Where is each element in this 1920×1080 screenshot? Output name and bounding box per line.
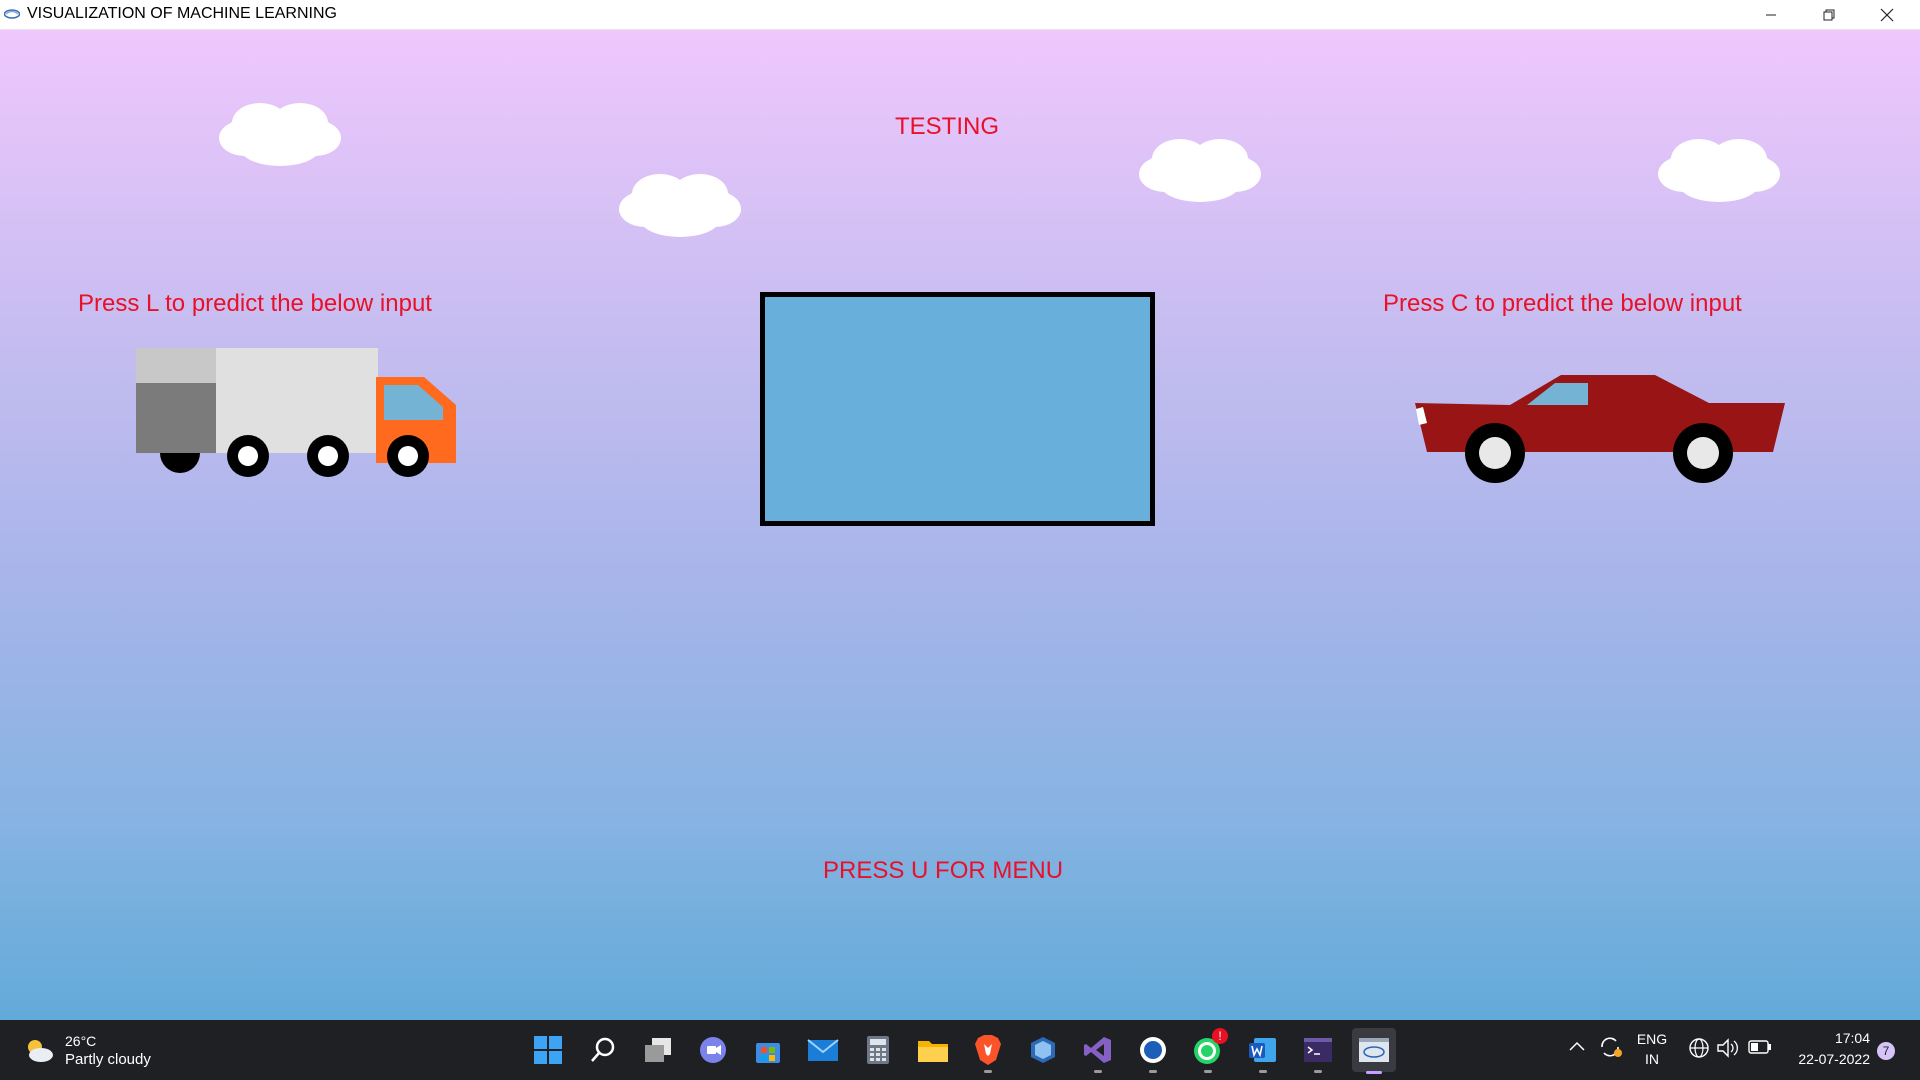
sync-status-button[interactable] bbox=[1598, 1035, 1624, 1064]
brave-browser-icon bbox=[975, 1035, 1001, 1065]
battery-icon bbox=[1748, 1040, 1771, 1054]
brave-browser-button[interactable] bbox=[968, 1030, 1008, 1073]
opengl-app-icon bbox=[1359, 1038, 1389, 1062]
battery-button[interactable] bbox=[1748, 1039, 1772, 1060]
chevron-up-icon bbox=[1569, 1041, 1585, 1051]
running-indicator bbox=[1094, 1070, 1102, 1073]
taskbar: 26°C Partly cloudy ! ENG IN 17:04 22-07-… bbox=[0, 1020, 1920, 1080]
notification-count-badge[interactable]: 7 bbox=[1877, 1042, 1895, 1060]
close-button[interactable] bbox=[1858, 0, 1916, 29]
cloud-icon bbox=[1658, 139, 1780, 202]
restore-button[interactable] bbox=[1800, 0, 1858, 29]
file-explorer-icon bbox=[918, 1041, 948, 1062]
word-icon bbox=[1249, 1038, 1276, 1062]
running-indicator bbox=[984, 1070, 992, 1073]
render-canvas[interactable]: TESTING Press L to predict the below inp… bbox=[0, 30, 1920, 1020]
partly-cloudy-icon bbox=[28, 1040, 53, 1062]
store-button[interactable] bbox=[748, 1030, 788, 1070]
app-window: VISUALIZATION OF MACHINE LEARNING TESTIN… bbox=[0, 0, 1920, 1080]
network-button[interactable] bbox=[1688, 1037, 1710, 1064]
task-view-icon bbox=[645, 1038, 671, 1062]
running-indicator bbox=[1149, 1070, 1157, 1073]
visual-studio-button[interactable] bbox=[1078, 1030, 1118, 1073]
start-icon bbox=[534, 1036, 562, 1064]
clock-date: 22-07-2022 bbox=[1798, 1051, 1870, 1067]
truck-icon[interactable] bbox=[130, 340, 470, 490]
language-indicator[interactable]: ENG bbox=[1636, 1031, 1668, 1047]
left-hint: Press L to predict the below input bbox=[78, 290, 432, 317]
opengl-app-button[interactable] bbox=[1352, 1028, 1396, 1074]
weather-temp: 26°C bbox=[65, 1033, 97, 1049]
word-button[interactable] bbox=[1243, 1030, 1283, 1073]
calculator-icon bbox=[867, 1036, 889, 1064]
start-button[interactable] bbox=[528, 1030, 568, 1070]
running-indicator bbox=[1314, 1070, 1322, 1073]
teams-chat-icon bbox=[700, 1037, 726, 1063]
app-w-icon bbox=[1140, 1037, 1166, 1063]
file-explorer-button[interactable] bbox=[913, 1030, 953, 1070]
cloud-icon bbox=[219, 103, 341, 166]
close-icon bbox=[1880, 8, 1894, 21]
cloud-icon bbox=[619, 174, 741, 237]
virtualbox-button[interactable] bbox=[1023, 1030, 1063, 1070]
search-icon bbox=[591, 1037, 615, 1062]
weather-widget[interactable]: 26°C Partly cloudy bbox=[20, 1030, 180, 1072]
app-w-button[interactable] bbox=[1133, 1030, 1173, 1073]
show-hidden-icons-button[interactable] bbox=[1568, 1039, 1586, 1058]
mail-icon bbox=[807, 1039, 839, 1061]
terminal-button[interactable] bbox=[1298, 1030, 1338, 1073]
cloud-icon bbox=[1139, 139, 1261, 202]
sync-icon bbox=[1601, 1037, 1622, 1057]
speaker-icon bbox=[1717, 1038, 1738, 1058]
car-icon[interactable] bbox=[1415, 365, 1785, 515]
restore-icon bbox=[1823, 9, 1835, 20]
calculator-button[interactable] bbox=[858, 1030, 898, 1070]
title-bar[interactable]: VISUALIZATION OF MACHINE LEARNING bbox=[0, 0, 1920, 30]
mail-button[interactable] bbox=[803, 1030, 843, 1070]
menu-hint: PRESS U FOR MENU bbox=[823, 857, 1064, 884]
visual-studio-icon bbox=[1084, 1037, 1111, 1063]
globe-icon bbox=[1689, 1038, 1709, 1058]
whatsapp-button[interactable]: ! bbox=[1188, 1028, 1228, 1073]
active-indicator bbox=[1366, 1071, 1382, 1074]
search-button[interactable] bbox=[583, 1030, 623, 1070]
app-logo-icon bbox=[4, 9, 20, 19]
task-view-button[interactable] bbox=[638, 1030, 678, 1070]
minimize-icon bbox=[1766, 14, 1776, 15]
terminal-icon bbox=[1304, 1038, 1332, 1062]
volume-button[interactable] bbox=[1716, 1037, 1740, 1064]
clock-time[interactable]: 17:04 bbox=[1782, 1030, 1870, 1046]
notification-badge: ! bbox=[1212, 1028, 1228, 1044]
running-indicator bbox=[1204, 1070, 1212, 1073]
minimize-button[interactable] bbox=[1742, 0, 1800, 29]
screen-heading: TESTING bbox=[895, 113, 1000, 140]
running-indicator bbox=[1259, 1070, 1267, 1073]
input-display-box[interactable] bbox=[760, 292, 1155, 526]
weather-condition: Partly cloudy bbox=[65, 1051, 151, 1068]
window-title: VISUALIZATION OF MACHINE LEARNING bbox=[27, 5, 337, 22]
store-icon bbox=[756, 1043, 780, 1063]
chat-button[interactable] bbox=[693, 1030, 733, 1070]
language-region: IN bbox=[1645, 1051, 1659, 1067]
virtualbox-icon bbox=[1031, 1037, 1055, 1063]
right-hint: Press C to predict the below input bbox=[1383, 290, 1742, 317]
